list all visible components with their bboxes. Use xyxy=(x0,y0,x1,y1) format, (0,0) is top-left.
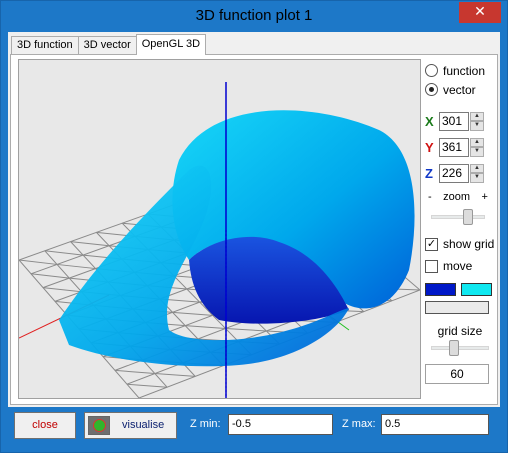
y-spin-down-icon[interactable]: ▼ xyxy=(470,147,484,157)
zoom-plus-label: + xyxy=(481,191,488,203)
z-spin-up-icon[interactable]: ▲ xyxy=(470,163,484,173)
y-axis-letter: Y xyxy=(425,139,434,155)
zoom-slider-thumb[interactable] xyxy=(462,209,473,225)
visualise-button[interactable]: visualise xyxy=(84,412,177,439)
side-panel: function vector X 301 ▲ ▼ Y 361 ▲ ▼ Z 22… xyxy=(425,61,495,384)
zoom-label: zoom xyxy=(443,191,471,203)
y-value-input[interactable]: 361 xyxy=(439,137,469,157)
grid-size-label: grid size xyxy=(437,324,483,338)
show-grid-checkbox[interactable]: ✓ xyxy=(425,237,438,251)
zoom-label-row: - zoom + xyxy=(425,191,491,203)
radio-function-label: function xyxy=(443,63,486,78)
y-coord-row: Y 361 ▲ ▼ xyxy=(425,137,495,157)
move-label: move xyxy=(443,259,473,273)
grid-line xyxy=(126,383,168,388)
visualise-label: visualise xyxy=(122,419,165,431)
grid-size-slider-thumb[interactable] xyxy=(448,340,459,356)
grid-line xyxy=(185,325,226,329)
show-grid-label: show grid xyxy=(443,237,495,251)
zoom-minus-label: - xyxy=(428,191,432,203)
zmin-label: Z min: xyxy=(190,418,221,430)
radio-vector[interactable]: vector xyxy=(425,80,495,99)
y-spin-up-icon[interactable]: ▲ xyxy=(470,137,484,147)
opengl-viewport[interactable] xyxy=(18,59,421,399)
grid-line xyxy=(70,241,110,247)
zoom-control: - zoom + xyxy=(425,191,491,231)
tab-3d-function[interactable]: 3D function xyxy=(11,36,79,55)
zmin-input[interactable]: -0.5 xyxy=(228,414,333,435)
grid-line xyxy=(56,263,96,270)
tab-opengl-3d[interactable]: OpenGL 3D xyxy=(135,34,207,55)
grid-line xyxy=(114,369,155,375)
secondary-color-swatch[interactable] xyxy=(461,283,492,296)
move-checkbox-row[interactable]: move xyxy=(425,257,495,275)
tab-strip: 3D function 3D vector OpenGL 3D xyxy=(11,34,207,55)
title-bar: 3D function plot 1 ✕ xyxy=(1,1,507,32)
grid-size-value[interactable]: 60 xyxy=(425,364,489,384)
primary-color-swatch[interactable] xyxy=(425,283,456,296)
zmax-label: Z max: xyxy=(342,418,376,430)
grid-line xyxy=(30,273,70,279)
close-button[interactable]: close xyxy=(14,412,76,439)
x-spinner[interactable]: ▲ ▼ xyxy=(470,111,484,131)
z-value-input[interactable]: 226 xyxy=(439,163,469,183)
radio-function-circle[interactable] xyxy=(425,64,438,77)
tab-3d-vector[interactable]: 3D vector xyxy=(77,36,137,55)
x-spin-up-icon[interactable]: ▲ xyxy=(470,111,484,121)
bottom-toolbar: close visualise Z min: -0.5 Z max: 0.5 xyxy=(8,409,500,441)
grid-line xyxy=(19,259,58,265)
grid-line xyxy=(172,311,213,316)
x-value-input[interactable]: 301 xyxy=(439,111,469,131)
radio-vector-circle[interactable] xyxy=(425,83,438,96)
z-coord-row: Z 226 ▲ ▼ xyxy=(425,163,495,183)
grid-line xyxy=(44,250,84,256)
color-gradient-bar[interactable] xyxy=(425,301,489,314)
x-coord-row: X 301 ▲ ▼ xyxy=(425,111,495,131)
color-swatches xyxy=(425,283,495,296)
main-window: 3D function plot 1 ✕ 3D function 3D vect… xyxy=(0,0,508,453)
radio-vector-label: vector xyxy=(443,82,476,97)
show-grid-checkbox-row[interactable]: ✓ show grid xyxy=(425,235,495,253)
x-axis-letter: X xyxy=(425,113,434,129)
grid-line xyxy=(154,373,196,377)
visualise-icon xyxy=(88,416,110,435)
radio-function[interactable]: function xyxy=(425,61,495,80)
grid-size-slider-track[interactable] xyxy=(431,346,489,350)
tab-panel: function vector X 301 ▲ ▼ Y 361 ▲ ▼ Z 22… xyxy=(10,54,498,405)
x-spin-down-icon[interactable]: ▼ xyxy=(470,121,484,131)
window-title: 3D function plot 1 xyxy=(195,7,313,24)
grid-line xyxy=(225,327,267,332)
plot-canvas xyxy=(19,82,420,398)
client-area: 3D function 3D vector OpenGL 3D function… xyxy=(8,32,500,407)
move-checkbox[interactable] xyxy=(425,259,438,273)
grid-line xyxy=(42,287,82,293)
y-spinner[interactable]: ▲ ▼ xyxy=(470,137,484,157)
zoom-slider-track[interactable] xyxy=(431,215,485,219)
z-spinner[interactable]: ▲ ▼ xyxy=(470,163,484,183)
z-axis-letter: Z xyxy=(425,165,433,181)
z-spin-down-icon[interactable]: ▼ xyxy=(470,173,484,183)
zmax-input[interactable]: 0.5 xyxy=(381,414,489,435)
window-close-button[interactable]: ✕ xyxy=(459,2,501,23)
